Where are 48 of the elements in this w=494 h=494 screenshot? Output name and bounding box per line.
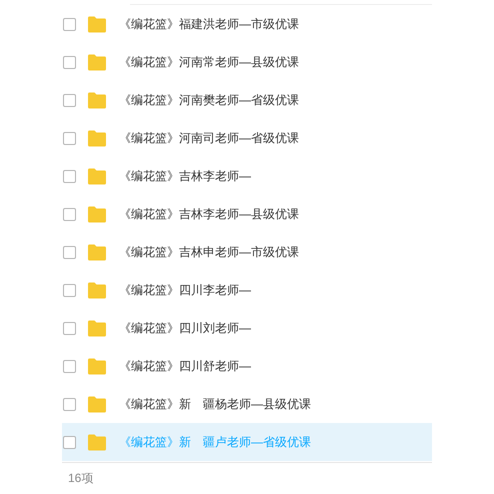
checkbox[interactable] [63,322,76,334]
file-name: 《编花篮》河南常老师—县级优课 [119,54,299,71]
checkbox[interactable] [63,18,76,30]
folder-icon [87,434,107,450]
checkbox[interactable] [63,170,76,182]
file-row[interactable]: 《编花篮》河南司老师—省级优课 [62,119,432,157]
file-row[interactable]: 《编花篮》吉林李老师—县级优课 [62,195,432,233]
file-row[interactable]: 《编花篮》四川舒老师— [62,347,432,385]
file-name: 《编花篮》四川刘老师— [119,320,251,337]
checkbox[interactable] [63,436,76,448]
checkbox[interactable] [63,360,76,372]
folder-icon [87,130,107,146]
folder-icon [87,168,107,184]
checkbox[interactable] [63,246,76,258]
file-name: 《编花篮》四川舒老师— [119,358,251,375]
file-row[interactable]: 《编花篮》河南樊老师—省级优课 [62,81,432,119]
folder-icon [87,92,107,108]
folder-icon [87,54,107,70]
file-row[interactable]: 《编花篮》福建洪老师—市级优课 [62,5,432,43]
file-row[interactable]: 《编花篮》吉林李老师— [62,157,432,195]
checkbox[interactable] [63,208,76,220]
file-row[interactable]: 《编花篮》四川李老师— [62,271,432,309]
folder-icon [87,282,107,298]
file-row[interactable]: 《编花篮》吉林申老师—市级优课 [62,233,432,271]
file-name: 《编花篮》吉林李老师—县级优课 [119,206,299,223]
folder-icon [87,396,107,412]
folder-icon [87,320,107,336]
folder-icon [87,16,107,32]
file-name: 《编花篮》新 疆杨老师—县级优课 [119,396,311,413]
file-name: 《编花篮》四川李老师— [119,282,251,299]
checkbox[interactable] [63,94,76,106]
file-row[interactable]: 《编花篮》河南常老师—县级优课 [62,43,432,81]
checkbox[interactable] [63,132,76,144]
item-count: 16项 [68,470,94,486]
folder-icon [87,358,107,374]
file-row[interactable]: 《编花篮》新 疆杨老师—县级优课 [62,385,432,423]
file-row[interactable]: 《编花篮》四川刘老师— [62,309,432,347]
checkbox[interactable] [63,56,76,68]
checkbox[interactable] [63,398,76,410]
file-name: 《编花篮》吉林申老师—市级优课 [119,244,299,261]
folder-icon [87,244,107,260]
checkbox[interactable] [63,284,76,296]
file-name: 《编花篮》吉林李老师— [119,168,251,185]
file-name: 《编花篮》福建洪老师—市级优课 [119,16,299,33]
file-name: 《编花篮》新 疆卢老师—省级优课 [119,434,311,451]
file-name: 《编花篮》河南樊老师—省级优课 [119,92,299,109]
folder-icon [87,206,107,222]
file-name: 《编花篮》河南司老师—省级优课 [119,130,299,147]
